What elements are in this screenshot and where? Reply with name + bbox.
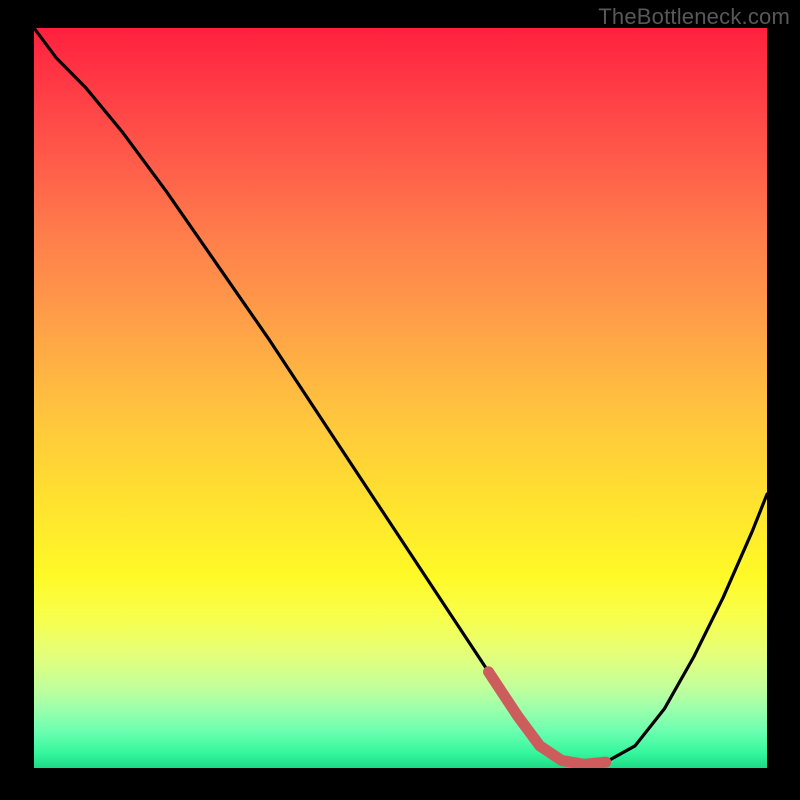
watermark-text: TheBottleneck.com (598, 4, 790, 30)
optimal-zone-highlight (489, 672, 606, 765)
chart-container: TheBottleneck.com (0, 0, 800, 800)
y-axis-margin (0, 0, 34, 800)
bottleneck-curve-line (34, 28, 767, 764)
plot-area (34, 28, 767, 768)
x-axis-margin (34, 768, 767, 800)
curve-svg (34, 28, 767, 768)
